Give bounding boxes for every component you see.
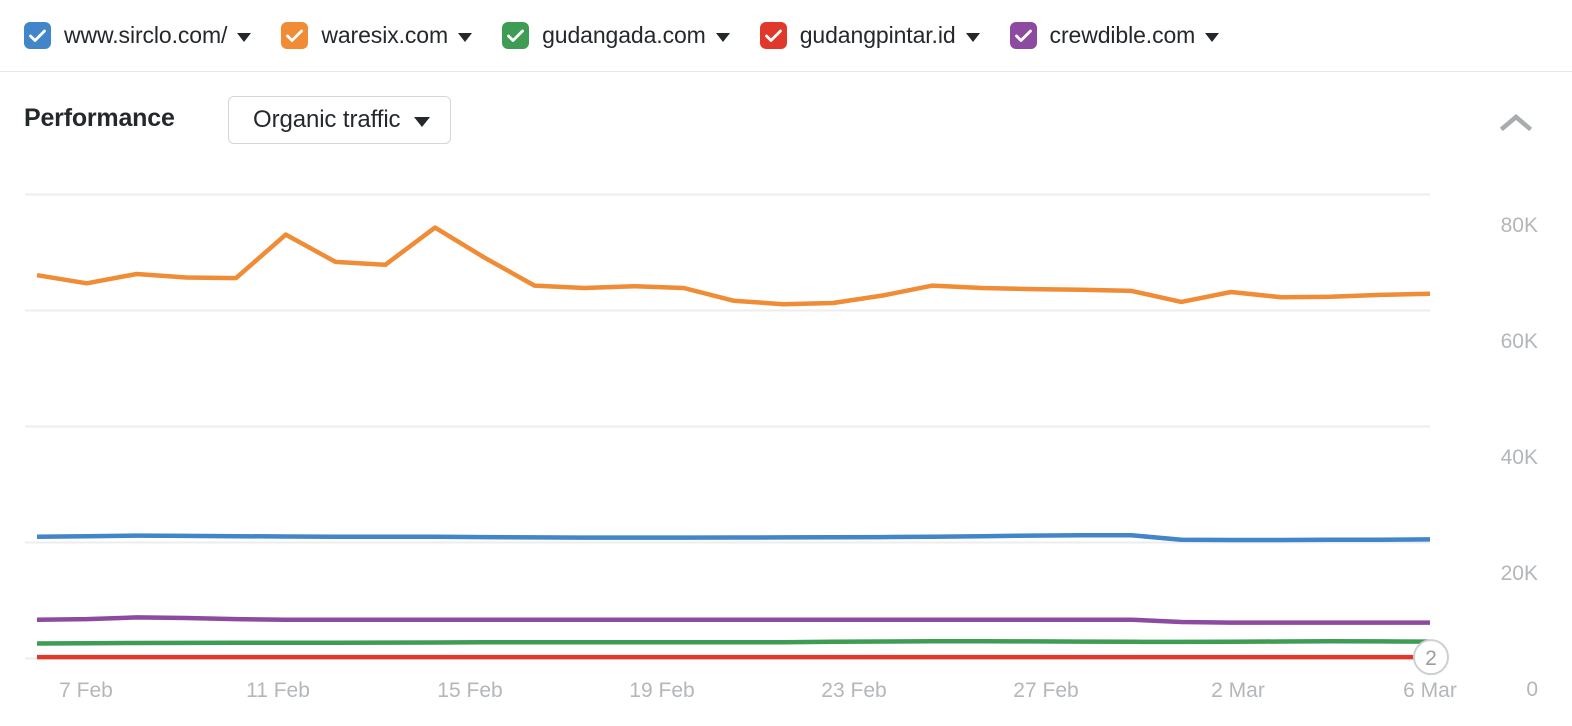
chevron-down-icon[interactable] [1205,33,1220,42]
legend-item-label: gudangpintar.id [799,22,956,48]
series-line-waresix-com [36,225,1431,307]
end-marker-badge[interactable]: 2 [1413,639,1449,676]
x-tick-label: 15 Feb [437,679,502,702]
y-tick-label: 60K [1501,330,1538,353]
chevron-down-icon[interactable] [965,33,980,42]
x-tick-label: 11 Feb [246,679,310,702]
legend-item-label: waresix.com [321,22,449,48]
legend-item-label: www.sirclo.com/ [64,22,228,48]
series-line-crewdible-com [36,615,1430,625]
checkbox-checked-icon[interactable] [1009,22,1037,49]
x-tick-label: 7 Feb [59,679,113,702]
competitor-legend-bar: www.sirclo.com/waresix.com gudangada.com g… [0,0,1572,72]
page-title: Performance [24,104,175,132]
checkbox-checked-icon[interactable] [502,22,530,49]
x-tick-label: 2 Mar [1211,679,1265,702]
x-axis-tick-labels: 7 Feb 11 Feb 15 Feb 19 Feb 23 Feb 27 Feb 2 Mar… [59,679,1457,702]
chevron-down-icon[interactable] [715,33,730,42]
collapse-section-button[interactable] [1494,108,1538,138]
y-tick-label: 0 [1526,678,1538,701]
checkbox-checked-icon[interactable] [281,22,309,49]
legend-item-gudangpintar-id[interactable]: gudangpintar.id [759,22,980,49]
legend-item-crewdible-com[interactable]: crewdible.com [1009,22,1220,49]
y-tick-label: 40K [1501,446,1538,469]
checkbox-checked-icon[interactable] [24,22,51,49]
chevron-up-icon [1499,114,1533,132]
x-tick-label: 27 Feb [1013,679,1078,702]
chevron-down-icon [414,117,431,127]
y-axis-tick-labels: 0 20K 40K 60K 80K [1501,214,1538,701]
checkbox-checked-icon[interactable] [759,22,787,49]
y-tick-label: 20K [1501,562,1538,585]
series-line-gudangada-com [36,638,1431,646]
chevron-down-icon[interactable] [237,33,252,42]
chart-gridlines [25,193,1430,660]
legend-item-label: gudangada.com [542,22,706,48]
x-tick-label: 6 Mar [1403,679,1457,702]
chevron-down-icon[interactable] [458,33,473,42]
performance-header-row: Performance Organic traffic [0,72,1572,182]
metric-select-label: Organic traffic [253,106,401,133]
legend-item-gudangada-com[interactable]: gudangada.com [502,22,730,49]
end-marker-label: 2 [1425,647,1437,670]
series-line-www-sirclo-com [36,533,1431,543]
legend-item-waresix-com[interactable]: waresix.com [281,22,473,49]
y-tick-label: 80K [1501,214,1538,237]
x-tick-label: 19 Feb [629,679,694,702]
legend-item-label: crewdible.com [1049,22,1196,48]
x-tick-label: 23 Feb [821,679,886,702]
legend-item-www-sirclo-com[interactable]: www.sirclo.com/ [24,22,252,49]
metric-select-dropdown[interactable]: Organic traffic [228,96,452,144]
end-marker-circle[interactable] [1413,639,1449,676]
chart-series-group [36,225,1431,660]
